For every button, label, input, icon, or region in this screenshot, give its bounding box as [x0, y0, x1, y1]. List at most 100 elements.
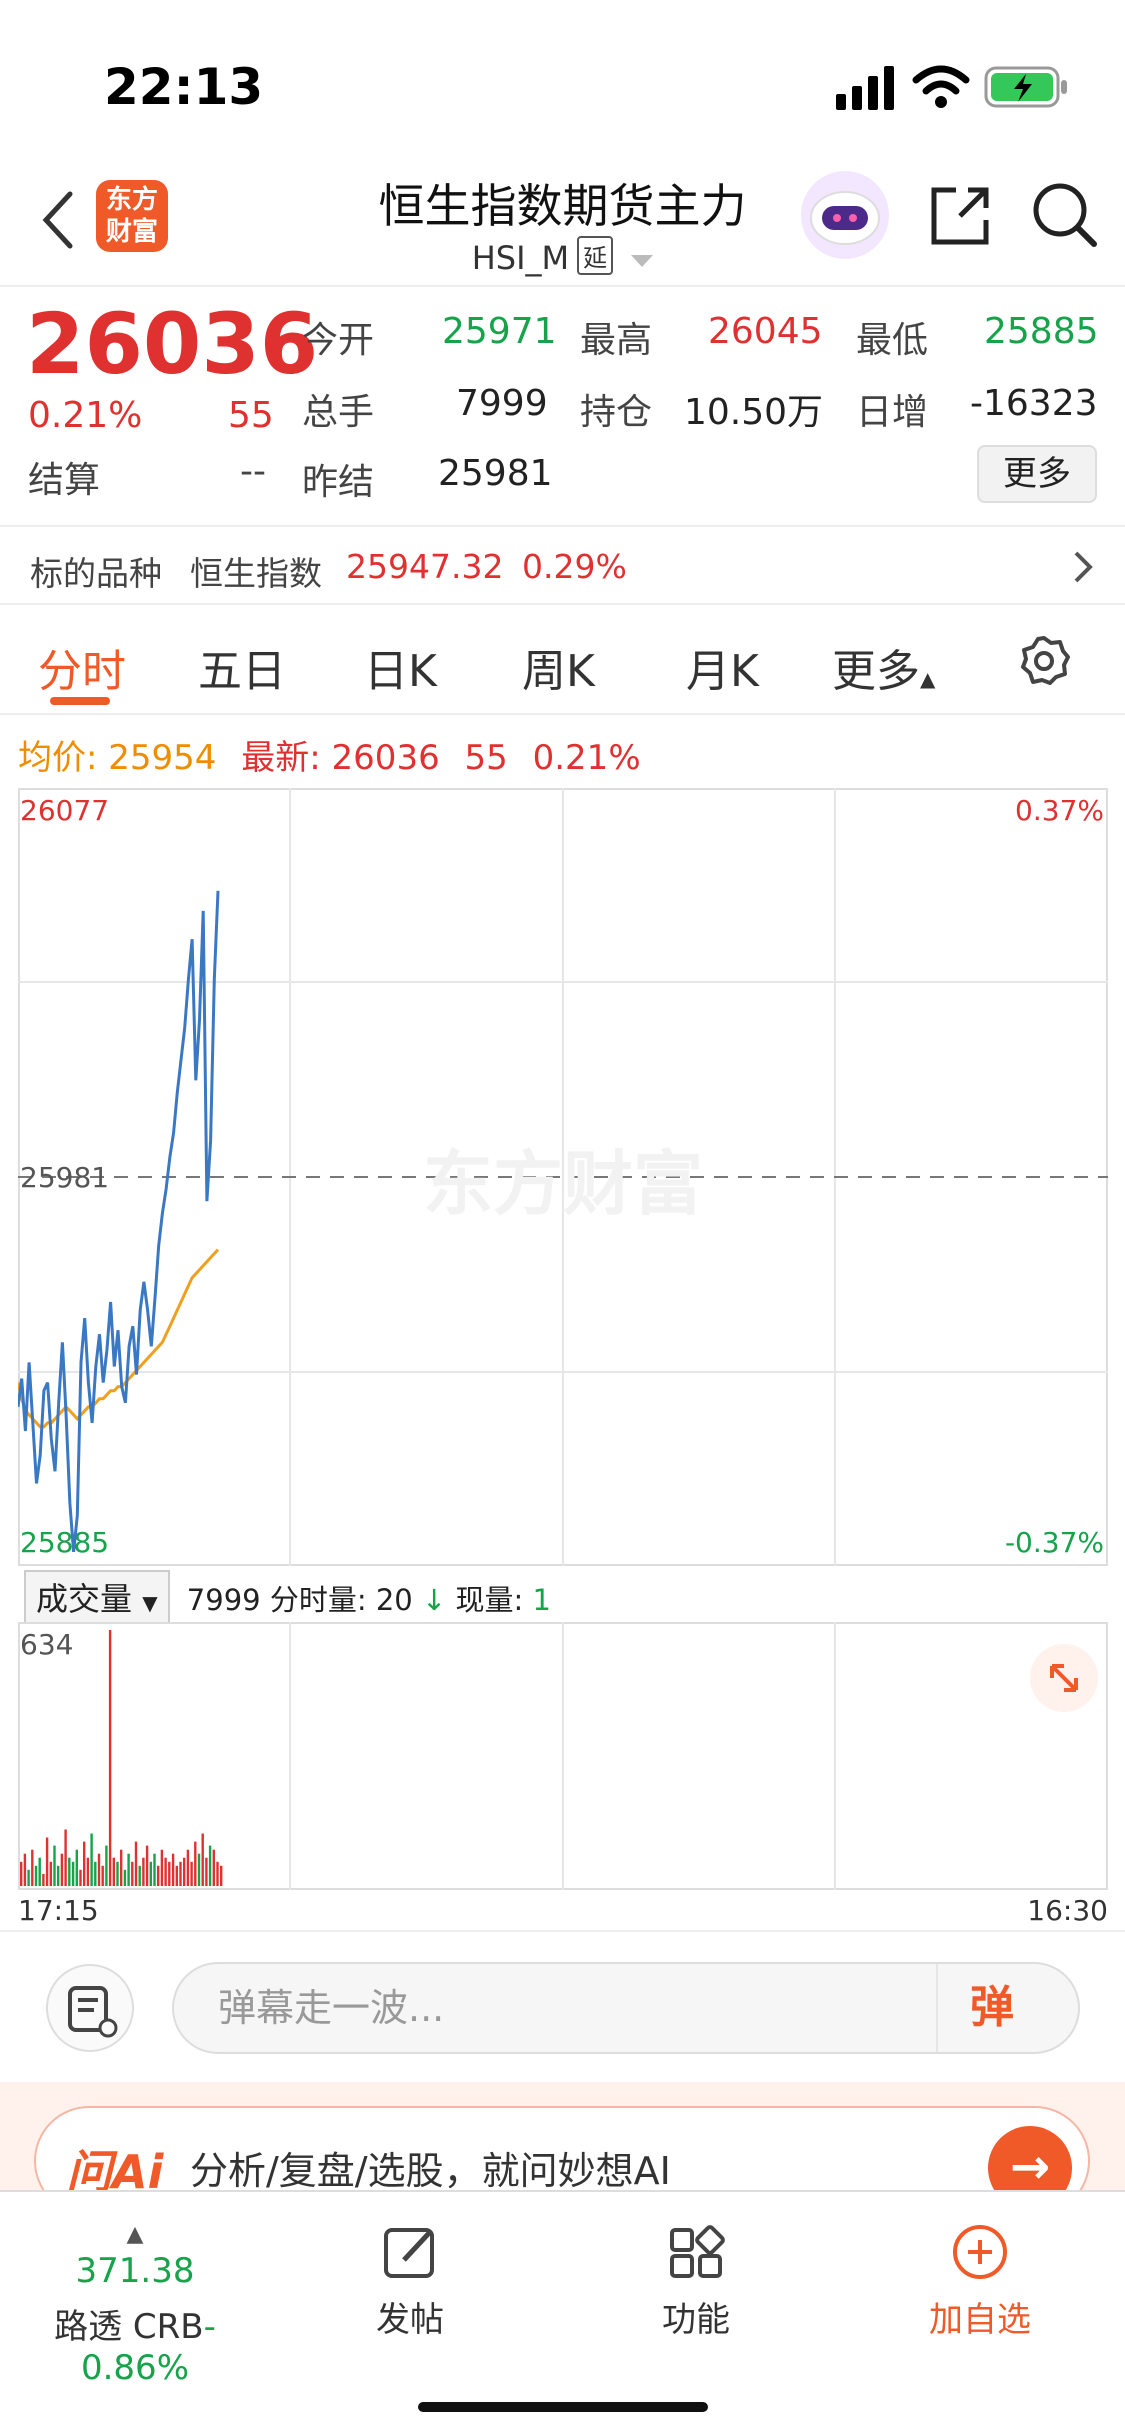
- volume-bar: [179, 1861, 182, 1886]
- status-bar: 22:13: [0, 0, 1125, 160]
- share-icon[interactable]: [926, 182, 994, 250]
- volume-bar: [97, 1853, 101, 1886]
- high-value: 26045: [708, 311, 823, 352]
- danmu-input[interactable]: 弹幕走一波... 弹: [172, 1962, 1080, 2054]
- settings-icon[interactable]: [1018, 635, 1070, 687]
- underlying-name: 恒生指数: [190, 554, 322, 593]
- quote-panel: 26036 0.21% 55 结算 -- 今开 25971 最高 26045 最…: [0, 285, 1125, 525]
- volume-bar: [94, 1861, 97, 1886]
- tab-week-k[interactable]: 周K: [522, 635, 595, 699]
- volume-bar: [108, 1630, 112, 1886]
- tab-day-k[interactable]: 日K: [364, 635, 437, 699]
- volume-bar: [120, 1849, 123, 1886]
- volume-chart[interactable]: 634: [18, 1622, 1108, 1890]
- tab-five-day[interactable]: 五日: [198, 635, 286, 699]
- prev-settle-label: 昨结: [302, 462, 375, 503]
- change-value: 55: [228, 395, 274, 436]
- volume-now: 1: [532, 1583, 551, 1617]
- more-button[interactable]: 更多: [977, 445, 1097, 503]
- volume-bar: [71, 1861, 75, 1886]
- tab-intraday[interactable]: 分时: [38, 635, 126, 699]
- underlying-row[interactable]: 标的品种 恒生指数 25947.32 0.29%: [0, 525, 1125, 605]
- volume-bar: [34, 1865, 38, 1886]
- volume-bar: [208, 1845, 212, 1886]
- volume-bar: [42, 1873, 45, 1886]
- volume-bar: [83, 1841, 86, 1886]
- volume-bar: [20, 1861, 23, 1886]
- chart-legend: 均价: 25954 最新: 26036 55 0.21%: [18, 730, 641, 779]
- expand-icon[interactable]: [1030, 1644, 1098, 1712]
- status-time: 22:13: [104, 58, 264, 116]
- volume-bar: [212, 1849, 215, 1886]
- nav-bar: 东方 财富 恒生指数期货主力 HSI_M 延: [0, 160, 1125, 285]
- top-price-label: 26077: [20, 794, 109, 827]
- volume-bar: [38, 1857, 41, 1886]
- volume-bar: [27, 1869, 30, 1886]
- robot-avatar-icon[interactable]: [800, 170, 890, 260]
- volume-bar: [64, 1829, 67, 1886]
- volume-bar: [205, 1857, 208, 1886]
- oi-value: 10.50万: [684, 392, 824, 433]
- post-button[interactable]: 发帖: [350, 2222, 470, 2341]
- volume-bar: [127, 1853, 130, 1886]
- ticker-value: 371.38: [75, 2251, 195, 2291]
- chevron-right-icon: [1074, 551, 1093, 583]
- volume-bar: [183, 1857, 186, 1886]
- volume-bar: [31, 1849, 34, 1886]
- avg-label: 均价:: [18, 738, 98, 778]
- volume-bar: [79, 1869, 82, 1886]
- caret-up-icon: ▲: [126, 2222, 144, 2247]
- function-label: 功能: [662, 2300, 730, 2340]
- contract-code-text: HSI_M: [471, 239, 570, 277]
- intraday-chart[interactable]: 东方财富 26077 0.37% 25981 25885 -0.37%: [18, 788, 1108, 1566]
- tab-month-k[interactable]: 月K: [686, 635, 759, 699]
- volume-bar: [138, 1865, 141, 1886]
- function-button[interactable]: 功能: [636, 2222, 756, 2341]
- time-end: 16:30: [1027, 1894, 1108, 1927]
- mid-price-label: 25981: [20, 1161, 109, 1194]
- volume-bar: [175, 1865, 178, 1886]
- open-value: 25971: [442, 311, 557, 352]
- settle-label: 结算: [28, 460, 101, 501]
- volume-bar: [49, 1861, 52, 1886]
- prev-settle-value: 25981: [438, 453, 553, 494]
- volume-bar: [149, 1861, 152, 1886]
- top-pct-label: 0.37%: [1015, 794, 1104, 827]
- low-value: 25885: [984, 311, 1099, 352]
- volume-indicator-select[interactable]: 成交量 ▼: [24, 1570, 170, 1624]
- volume-bar: [57, 1865, 60, 1886]
- search-icon[interactable]: [1030, 180, 1100, 250]
- last-pct: 0.21%: [532, 738, 641, 778]
- add-watchlist-button[interactable]: 加自选: [910, 2222, 1050, 2341]
- home-indicator: [418, 2402, 708, 2412]
- underlying-label: 标的品种: [30, 554, 162, 593]
- arrow-down-icon: ↓: [421, 1583, 447, 1617]
- daily-inc-label: 日增: [856, 392, 929, 433]
- watermark: 东方财富: [423, 1143, 703, 1225]
- volume-header: 成交量 ▼ 7999 分时量: 20 ↓ 现量: 1: [24, 1570, 551, 1624]
- danmu-toggle-button[interactable]: 弹: [936, 1964, 1046, 2052]
- grid-icon: [670, 2225, 725, 2278]
- volume-bar: [160, 1849, 164, 1886]
- tab-more[interactable]: 更多▲: [832, 635, 935, 699]
- low-label: 最低: [856, 320, 929, 361]
- danmu-settings-icon[interactable]: [46, 1964, 134, 2052]
- volume-bar: [105, 1845, 108, 1886]
- danmu-bar: 弹幕走一波... 弹: [0, 1930, 1125, 2080]
- delay-badge: 延: [577, 236, 614, 275]
- index-ticker[interactable]: ▲ 371.38 路透 CRB-0.86%: [10, 2222, 260, 2388]
- volume-bar: [220, 1865, 223, 1886]
- volume-bar: [153, 1853, 156, 1886]
- volume-bar: [157, 1865, 160, 1886]
- volume-bar: [45, 1837, 49, 1886]
- volume-total: 7999: [186, 1583, 261, 1617]
- volume-bar: [201, 1833, 204, 1886]
- ai-banner: 问Ai 分析/复盘/选股，就问妙想AI →: [0, 2082, 1125, 2216]
- tab-active-indicator: [50, 697, 110, 705]
- wifi-icon: [912, 65, 970, 108]
- battery-icon: [984, 66, 1067, 108]
- last-change: 55: [464, 738, 508, 778]
- volume-bar: [197, 1853, 201, 1886]
- volume-bar: [168, 1861, 171, 1886]
- signal-icon: [836, 66, 894, 110]
